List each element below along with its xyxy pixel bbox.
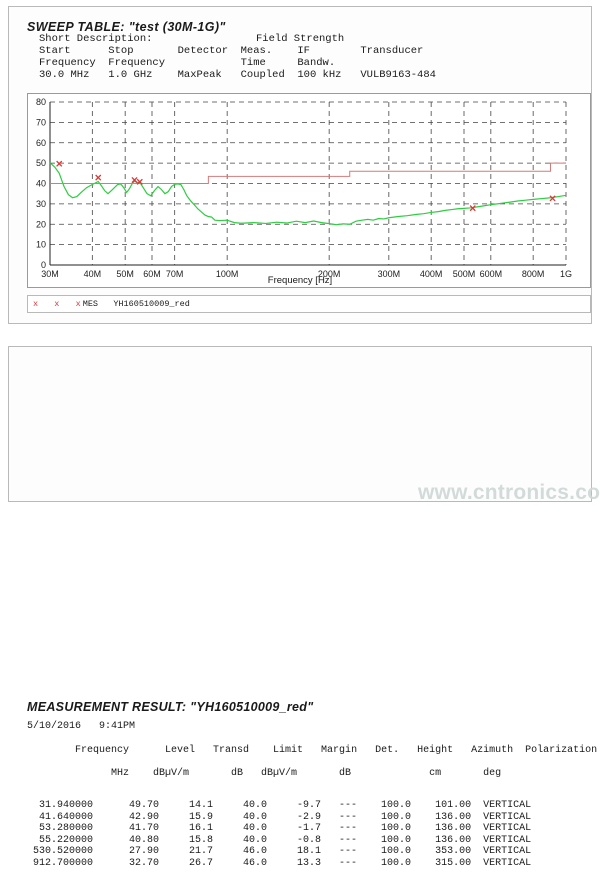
measurement-result-panel: MEASUREMENT RESULT: "YH160510009_red" 5/… xyxy=(8,346,592,502)
marker-x-icon xyxy=(96,175,101,180)
measurement-datestamp: 5/10/2016 9:41PM xyxy=(27,721,135,732)
table-row: 55.220000 40.80 15.8 40.0 -0.8 --- 100.0… xyxy=(27,835,597,847)
y-tick-label: 20 xyxy=(36,219,46,229)
marker-x-icon xyxy=(550,196,555,201)
y-tick-label: 50 xyxy=(36,158,46,168)
sweep-columns-line2: Frequency Frequency Time Bandw. xyxy=(39,57,335,69)
result-rows: 31.940000 49.70 14.1 40.0 -9.7 --- 100.0… xyxy=(27,800,597,870)
x-axis-title: Frequency [Hz] xyxy=(9,275,591,286)
report-page: SWEEP TABLE: "test (30M-1G)" Short Descr… xyxy=(0,0,600,508)
y-tick-label: 30 xyxy=(36,199,46,209)
table-row: 41.640000 42.90 15.9 40.0 -2.9 --- 100.0… xyxy=(27,812,597,824)
table-row: 53.280000 41.70 16.1 40.0 -1.7 --- 100.0… xyxy=(27,823,597,835)
measurement-result-title: MEASUREMENT RESULT: "YH160510009_red" xyxy=(27,700,313,714)
legend-label: MES YH160510009_red xyxy=(83,299,190,309)
y-tick-label: 40 xyxy=(36,179,46,189)
result-header-line2: MHz dBµV/m dB dBµV/m dB cm deg xyxy=(63,768,501,779)
chart-legend: x x xMES YH160510009_red xyxy=(27,295,591,313)
short-description-value: Field Strength xyxy=(256,33,344,45)
marker-x-icon xyxy=(57,161,62,166)
y-tick-label: 10 xyxy=(36,240,46,250)
table-row: 530.520000 27.90 21.7 46.0 18.1 --- 100.… xyxy=(27,846,597,858)
measurement-trace-series xyxy=(50,163,566,225)
sweep-columns-line1: Start Stop Detector Meas. IF Transducer xyxy=(39,45,423,57)
sweep-table-title: SWEEP TABLE: "test (30M-1G)" xyxy=(27,20,226,34)
limit-line-series xyxy=(50,163,566,183)
sweep-values-line: 30.0 MHz 1.0 GHz MaxPeak Coupled 100 kHz… xyxy=(39,69,436,81)
y-tick-label: 60 xyxy=(36,138,46,148)
legend-marker-icon: x x x xyxy=(33,299,83,309)
table-row: 912.700000 32.70 26.7 46.0 13.3 --- 100.… xyxy=(27,858,597,870)
spectrum-chart[interactable]: 0102030405060708030M40M50M60M70M100M200M… xyxy=(27,93,591,288)
legend-entry-mes: x x xMES YH160510009_red xyxy=(33,299,190,309)
chart-plot-area: 0102030405060708030M40M50M60M70M100M200M… xyxy=(28,94,590,287)
table-row: 31.940000 49.70 14.1 40.0 -9.7 --- 100.0… xyxy=(27,800,597,812)
y-tick-label: 70 xyxy=(36,117,46,127)
result-header-line1: Frequency Level Transd Limit Margin Det.… xyxy=(63,745,597,756)
sweep-table-panel: SWEEP TABLE: "test (30M-1G)" Short Descr… xyxy=(8,6,592,324)
short-description-label: Short Description: xyxy=(39,33,152,45)
y-tick-label: 80 xyxy=(36,97,46,107)
measurement-result-table: Frequency Level Transd Limit Margin Det.… xyxy=(27,733,597,893)
